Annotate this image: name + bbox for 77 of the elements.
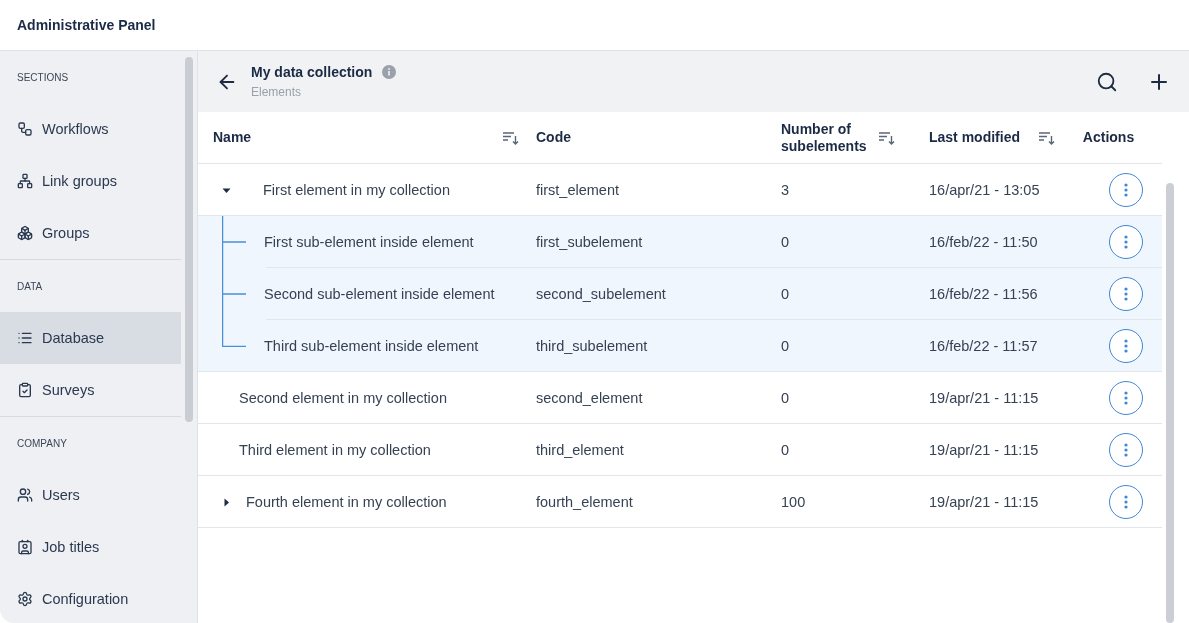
section-label: DATA <box>17 280 43 292</box>
code-text: first_element <box>536 182 619 198</box>
element-name: Third element in my collection <box>239 442 431 458</box>
more-actions-button[interactable] <box>1108 329 1143 363</box>
kebab-icon <box>1123 339 1128 353</box>
more-actions-button[interactable] <box>1108 277 1143 311</box>
count-text: 0 <box>781 234 790 250</box>
sidebar-item[interactable]: Surveys <box>0 364 181 416</box>
search-button[interactable] <box>1096 70 1118 93</box>
info-icon[interactable] <box>382 65 397 79</box>
sort-icon[interactable] <box>878 130 895 145</box>
date-text: 16/feb/22 - 11:57 <box>929 338 1038 354</box>
sidebar-item[interactable]: Database <box>0 312 181 364</box>
column-header: Actions <box>1082 129 1135 146</box>
users-icon <box>17 487 33 503</box>
code-text: first_subelement <box>536 234 643 250</box>
date-text: 19/apr/21 - 11:15 <box>929 494 1039 510</box>
column-header: Last modified <box>929 129 1020 146</box>
sidebar-item[interactable]: Workflows <box>0 103 181 155</box>
code-text: fourth_element <box>536 494 633 510</box>
sub-element-name: Second sub-element inside element <box>264 286 495 302</box>
count-text: 0 <box>781 442 790 458</box>
app-title: Administrative Panel <box>17 17 156 33</box>
kebab-icon <box>1123 235 1128 249</box>
checklist-icon <box>17 382 33 398</box>
column-header: Number of subelements <box>781 120 868 155</box>
collection-title: My data collection <box>251 64 373 80</box>
element-name: Second element in my collection <box>239 390 447 406</box>
column-header: Code <box>536 129 571 146</box>
kebab-icon <box>1123 287 1128 301</box>
element-name: First element in my collection <box>263 182 450 198</box>
more-actions-button[interactable] <box>1108 173 1143 207</box>
code-text: third_subelement <box>536 338 648 354</box>
sort-icon[interactable] <box>502 130 519 145</box>
kebab-icon <box>1123 183 1128 197</box>
sidebar-item[interactable]: Job titles <box>0 521 181 573</box>
sidebar-item[interactable]: Users <box>0 469 181 521</box>
kebab-icon <box>1123 391 1128 405</box>
sub-element-name: First sub-element inside element <box>264 234 474 250</box>
count-text: 100 <box>781 494 806 510</box>
network-icon <box>17 173 33 189</box>
count-text: 3 <box>781 182 790 198</box>
date-text: 16/apr/21 - 13:05 <box>929 182 1040 198</box>
id-card-icon <box>17 539 33 555</box>
scrollbar[interactable] <box>185 57 193 422</box>
settings-icon <box>17 591 33 607</box>
more-actions-button[interactable] <box>1108 433 1143 467</box>
more-actions-button[interactable] <box>1108 485 1143 519</box>
sub-element-name: Third sub-element inside element <box>264 338 479 354</box>
section-label: SECTIONS <box>17 71 69 83</box>
kebab-icon <box>1123 443 1128 457</box>
code-text: second_subelement <box>536 286 666 302</box>
tree-connector <box>222 216 248 268</box>
more-actions-button[interactable] <box>1108 381 1143 415</box>
groups-icon <box>17 225 33 241</box>
date-text: 19/apr/21 - 11:15 <box>929 442 1039 458</box>
section-label: COMPANY <box>17 437 67 449</box>
scrollbar[interactable] <box>1166 183 1174 623</box>
kebab-icon <box>1123 495 1128 509</box>
count-text: 0 <box>781 286 790 302</box>
count-text: 0 <box>781 338 790 354</box>
more-actions-button[interactable] <box>1108 225 1143 259</box>
code-text: third_element <box>536 442 624 458</box>
sidebar-item[interactable]: Configuration <box>0 573 181 623</box>
date-text: 19/apr/21 - 11:15 <box>929 390 1039 406</box>
list-icon <box>17 330 33 346</box>
element-name: Fourth element in my collection <box>246 494 447 510</box>
date-text: 16/feb/22 - 11:56 <box>929 286 1038 302</box>
sort-icon[interactable] <box>1038 130 1055 145</box>
collection-subtitle: Elements <box>251 85 303 99</box>
count-text: 0 <box>781 390 790 406</box>
code-text: second_element <box>536 390 643 406</box>
sidebar-item[interactable]: Groups <box>0 207 181 259</box>
date-text: 16/feb/22 - 11:50 <box>929 234 1038 250</box>
workflow-icon <box>17 121 33 137</box>
sidebar-item[interactable]: Link groups <box>0 155 181 207</box>
column-header: Name <box>213 129 252 146</box>
